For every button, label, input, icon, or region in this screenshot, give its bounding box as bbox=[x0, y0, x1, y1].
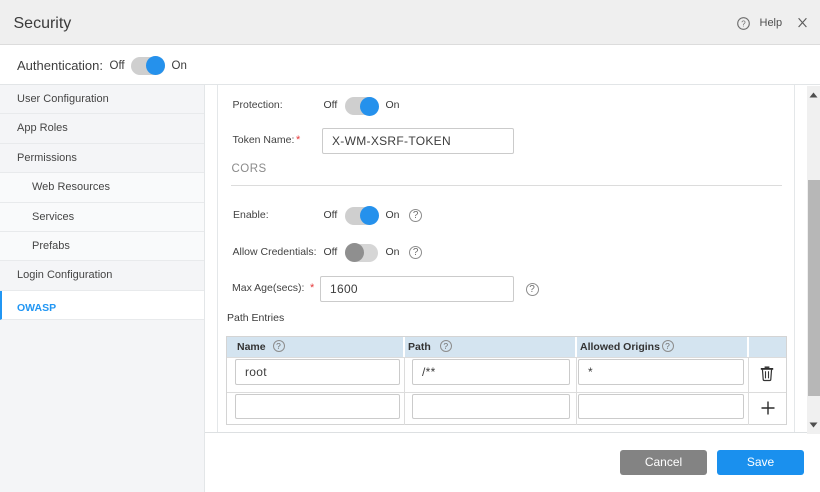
svg-text:?: ? bbox=[741, 20, 746, 29]
